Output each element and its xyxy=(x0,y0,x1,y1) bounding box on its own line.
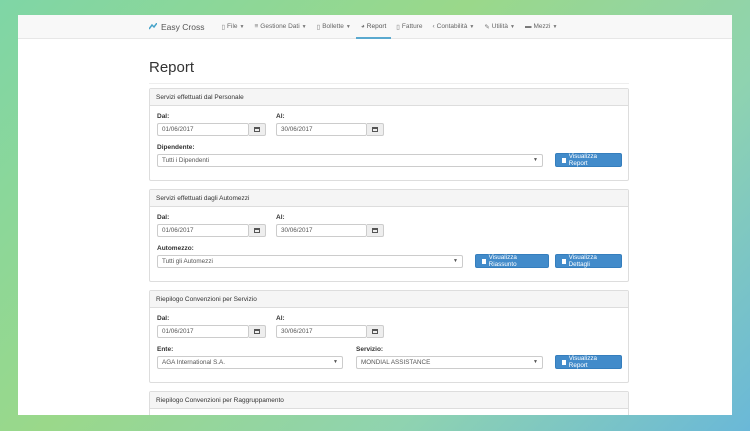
calendar-button[interactable] xyxy=(367,325,384,338)
panel-title: Servizi effettuati dal Personale xyxy=(150,89,628,106)
document-icon xyxy=(482,258,486,264)
dal-label: Dal: xyxy=(157,315,170,322)
nav-report[interactable]: ◕ Report xyxy=(355,15,392,39)
caret-down-icon: ▼ xyxy=(301,23,307,30)
calendar-button[interactable] xyxy=(249,123,266,136)
brand-logo-icon xyxy=(149,23,157,30)
calendar-icon xyxy=(254,329,260,334)
al-label: Al: xyxy=(276,214,285,221)
panel-title: Riepilogo Convenzioni per Raggruppamento xyxy=(150,392,628,409)
caret-down-icon: ▼ xyxy=(333,359,338,365)
nav-contabilita[interactable]: ‹ Contabilità ▼ xyxy=(427,15,479,39)
ente-label: Ente: xyxy=(157,346,174,353)
panel-servizi-personale: Servizi effettuati dal Personale Dal: 01… xyxy=(149,88,629,181)
button-label: Visualizza Riassunto xyxy=(488,254,517,268)
visualizza-dettagli-button[interactable]: Visualizza Dettagli xyxy=(555,254,622,268)
document-icon: ▯ xyxy=(316,23,321,31)
nav-contabilita-label: Contabilità xyxy=(436,23,468,30)
page-header: Report xyxy=(149,53,629,84)
al-date-input[interactable]: 30/06/2017 xyxy=(276,224,367,237)
servizio-select[interactable]: MONDIAL ASSISTANCE ▼ xyxy=(356,356,543,369)
ente-select-value: AGA International S.A. xyxy=(162,359,226,366)
dal-label: Dal: xyxy=(157,214,170,221)
calendar-button[interactable] xyxy=(367,123,384,136)
nav-file-label: File xyxy=(227,23,238,30)
dal-date-input[interactable]: 01/06/2017 xyxy=(157,325,249,338)
pie-chart-icon: ◕ xyxy=(360,23,365,30)
dal-date-input[interactable]: 01/06/2017 xyxy=(157,224,249,237)
nav-fatture[interactable]: ▯ Fatture xyxy=(391,15,427,39)
document-icon xyxy=(562,258,566,264)
panel-title: Servizi effettuati dagli Automezzi xyxy=(150,190,628,207)
calendar-icon xyxy=(372,127,378,132)
visualizza-report-button[interactable]: Visualizza Report xyxy=(555,355,622,369)
al-label: Al: xyxy=(276,315,285,322)
caret-down-icon: ▼ xyxy=(469,23,475,30)
automezzo-select-value: Tutti gli Automezzi xyxy=(162,258,213,265)
al-date-input[interactable]: 30/06/2017 xyxy=(276,325,367,338)
nav-bollette-label: Bollette xyxy=(322,23,344,30)
automezzo-label: Automezzo: xyxy=(157,245,194,252)
panel-riepilogo-servizio: Riepilogo Convenzioni per Servizio Dal: … xyxy=(149,290,629,383)
caret-down-icon: ▼ xyxy=(552,23,558,30)
calendar-button[interactable] xyxy=(249,325,266,338)
calendar-icon xyxy=(254,228,260,233)
nav-file[interactable]: ▯ File ▼ xyxy=(216,15,249,39)
dipendente-select[interactable]: Tutti i Dipendenti ▼ xyxy=(157,154,543,167)
wrench-icon: ✎ xyxy=(484,23,490,31)
servizio-label: Servizio: xyxy=(356,346,384,353)
dipendente-select-value: Tutti i Dipendenti xyxy=(162,157,210,164)
top-navbar: Easy Cross ▯ File ▼ ≡ Gestione Dati ▼ ▯ … xyxy=(18,15,732,39)
caret-down-icon: ▼ xyxy=(533,359,538,365)
dal-label: Dal: xyxy=(157,113,170,120)
button-label: Visualizza Report xyxy=(568,153,598,167)
ente-select[interactable]: AGA International S.A. ▼ xyxy=(157,356,343,369)
truck-icon: ▬ xyxy=(524,23,532,30)
file-icon: ▯ xyxy=(221,23,226,31)
al-label: Al: xyxy=(276,113,285,120)
nav-bollette[interactable]: ▯ Bollette ▼ xyxy=(312,15,356,39)
caret-down-icon: ▼ xyxy=(533,157,538,163)
visualizza-riassunto-button[interactable]: Visualizza Riassunto xyxy=(475,254,549,268)
caret-down-icon: ▼ xyxy=(239,23,245,30)
nav-utilita[interactable]: ✎ Utilità ▼ xyxy=(479,15,520,39)
chevron-left-icon: ‹ xyxy=(432,23,435,30)
nav-gestione-dati-label: Gestione Dati xyxy=(260,23,300,30)
nav-report-label: Report xyxy=(366,23,387,30)
nav-mezzi[interactable]: ▬ Mezzi ▼ xyxy=(520,15,562,39)
visualizza-report-button[interactable]: Visualizza Report xyxy=(555,153,622,167)
page-title: Report xyxy=(149,59,195,76)
servizio-select-value: MONDIAL ASSISTANCE xyxy=(361,359,431,366)
caret-down-icon: ▼ xyxy=(453,258,458,264)
al-date-input[interactable]: 30/06/2017 xyxy=(276,123,367,136)
database-icon: ≡ xyxy=(254,23,259,30)
calendar-icon xyxy=(372,228,378,233)
automezzo-select[interactable]: Tutti gli Automezzi ▼ xyxy=(157,255,463,268)
panel-servizi-automezzi: Servizi effettuati dagli Automezzi Dal: … xyxy=(149,189,629,282)
app-window: Easy Cross ▯ File ▼ ≡ Gestione Dati ▼ ▯ … xyxy=(18,15,732,415)
button-label: Visualizza Dettagli xyxy=(568,254,597,268)
nav-mezzi-label: Mezzi xyxy=(533,23,551,30)
panel-title: Riepilogo Convenzioni per Servizio xyxy=(150,291,628,308)
title-divider xyxy=(149,83,629,84)
document-icon xyxy=(562,157,566,163)
calendar-icon xyxy=(254,127,260,132)
document-icon: ▯ xyxy=(396,23,400,31)
document-icon xyxy=(562,359,566,365)
calendar-button[interactable] xyxy=(367,224,384,237)
button-label: Visualizza Report xyxy=(568,355,598,369)
nav-utilita-label: Utilità xyxy=(491,23,509,30)
nav-gestione-dati[interactable]: ≡ Gestione Dati ▼ xyxy=(249,15,311,39)
calendar-button[interactable] xyxy=(249,224,266,237)
caret-down-icon: ▼ xyxy=(510,23,515,30)
brand-link[interactable]: Easy Cross xyxy=(149,22,204,32)
dal-date-input[interactable]: 01/06/2017 xyxy=(157,123,249,136)
brand-name: Easy Cross xyxy=(161,21,205,32)
dipendente-label: Dipendente: xyxy=(157,144,195,151)
caret-down-icon: ▼ xyxy=(345,23,351,30)
calendar-icon xyxy=(372,329,378,334)
panel-riepilogo-raggruppamento: Riepilogo Convenzioni per Raggruppamento xyxy=(149,391,629,415)
nav-fatture-label: Fatture xyxy=(401,23,423,30)
